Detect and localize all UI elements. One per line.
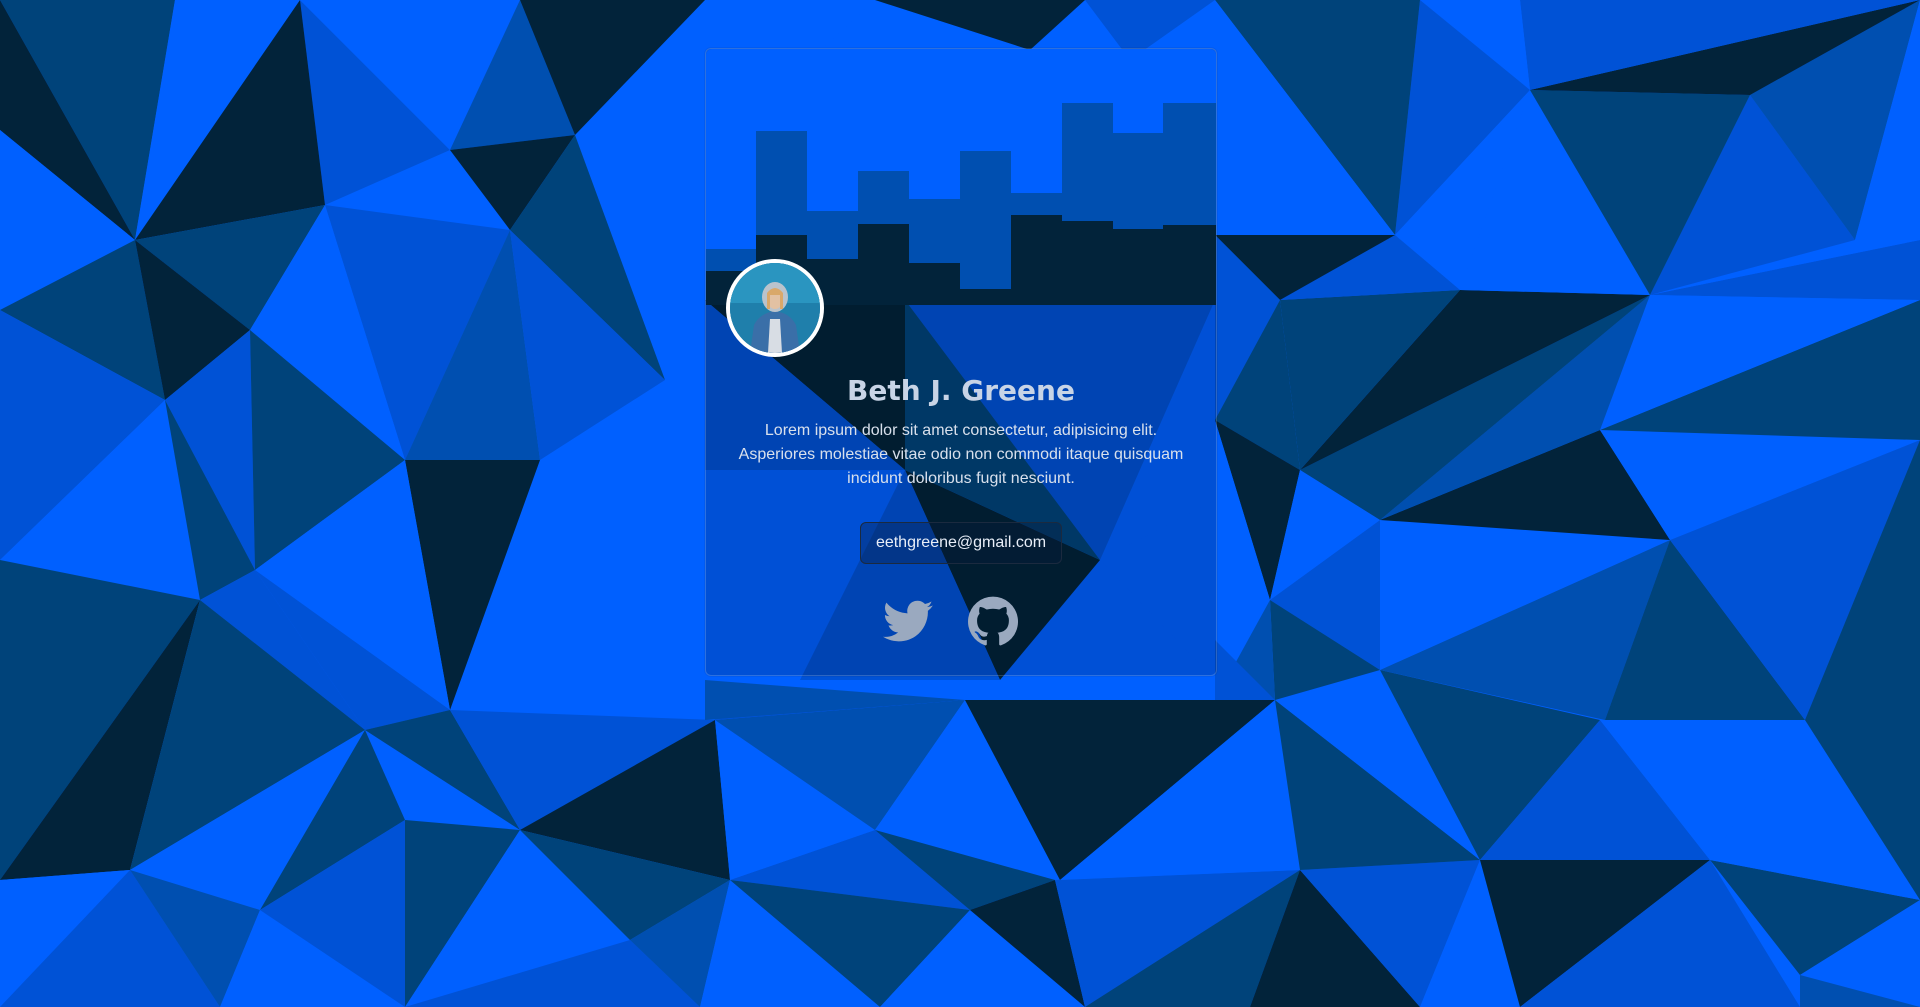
email-button[interactable]: eethgreene@gmail.com — [860, 522, 1062, 564]
avatar — [726, 259, 824, 357]
twitter-link[interactable] — [883, 596, 933, 646]
github-link[interactable] — [968, 596, 1019, 646]
avatar-photo — [730, 263, 820, 353]
twitter-icon — [883, 600, 933, 642]
profile-card: Beth J. Greene Lorem ipsum dolor sit ame… — [705, 48, 1217, 676]
profile-bio: Lorem ipsum dolor sit amet consectetur, … — [738, 422, 1184, 487]
github-icon — [968, 596, 1019, 646]
profile-name: Beth J. Greene — [847, 374, 1075, 407]
